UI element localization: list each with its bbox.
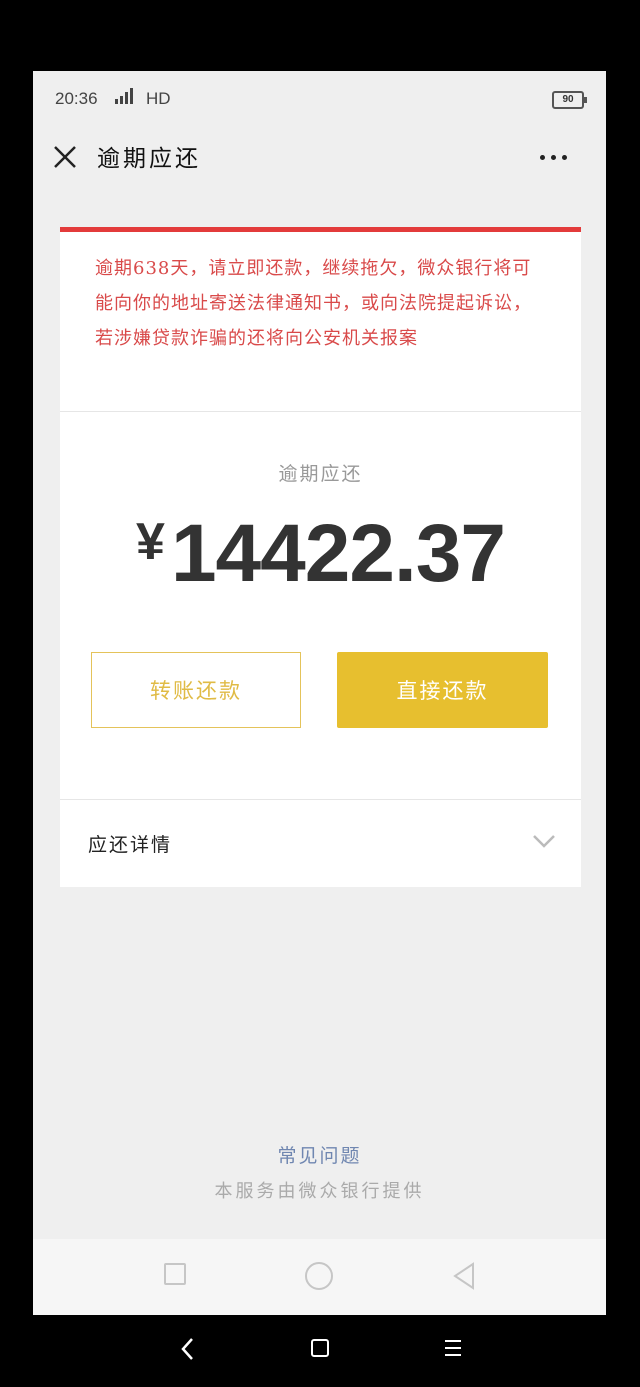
network-type: HD <box>146 89 171 108</box>
system-home-button[interactable] <box>311 1339 329 1357</box>
title-bar: 逾期应还 <box>33 127 606 191</box>
warning-accent-line <box>60 227 581 232</box>
faq-link[interactable]: 常见问题 <box>33 1141 606 1168</box>
direct-repay-button[interactable]: 直接还款 <box>337 652 548 728</box>
divider <box>60 411 581 412</box>
back-triangle-icon[interactable] <box>451 1261 477 1291</box>
recent-apps-button[interactable] <box>164 1263 186 1285</box>
close-button[interactable] <box>47 139 83 175</box>
more-dot-icon <box>562 154 567 160</box>
battery-icon: 90 <box>552 91 587 109</box>
details-label: 应还详情 <box>88 834 173 856</box>
more-options-button[interactable] <box>540 147 580 167</box>
repayment-card: 逾期638天，请立即还款，继续拖欠，微众银行将可能向你的地址寄送法律通知书，或向… <box>60 227 581 887</box>
signal-icon <box>115 88 133 104</box>
home-button[interactable] <box>305 1262 333 1290</box>
amount-value: 14422.37 <box>170 508 506 599</box>
phone-screen: 20:36 HD 90 逾期应还 逾期638天，请立即还款，继续拖欠，微众银行将… <box>33 71 606 1315</box>
status-time: 20:36 <box>55 89 98 108</box>
amount-due: ¥14422.37 <box>60 507 581 601</box>
more-dot-icon <box>540 154 545 160</box>
currency-symbol: ¥ <box>136 513 165 571</box>
amount-label: 逾期应还 <box>278 463 363 485</box>
close-icon <box>54 146 76 168</box>
overdue-warning-text: 逾期638天，请立即还款，继续拖欠，微众银行将可能向你的地址寄送法律通知书，或向… <box>95 258 532 349</box>
status-bar: 20:36 HD 90 <box>33 71 606 127</box>
transfer-repay-button[interactable]: 转账还款 <box>91 652 301 728</box>
chevron-down-icon <box>533 835 555 848</box>
page-title: 逾期应还 <box>97 146 201 172</box>
service-provider-text: 本服务由微众银行提供 <box>214 1181 425 1202</box>
more-dot-icon <box>551 154 556 160</box>
app-nav-bar <box>33 1239 606 1315</box>
system-nav-bar <box>0 1315 640 1387</box>
repayment-details-row[interactable]: 应还详情 <box>60 800 581 887</box>
menu-icon[interactable] <box>444 1338 462 1358</box>
back-chevron-icon[interactable] <box>178 1335 198 1363</box>
